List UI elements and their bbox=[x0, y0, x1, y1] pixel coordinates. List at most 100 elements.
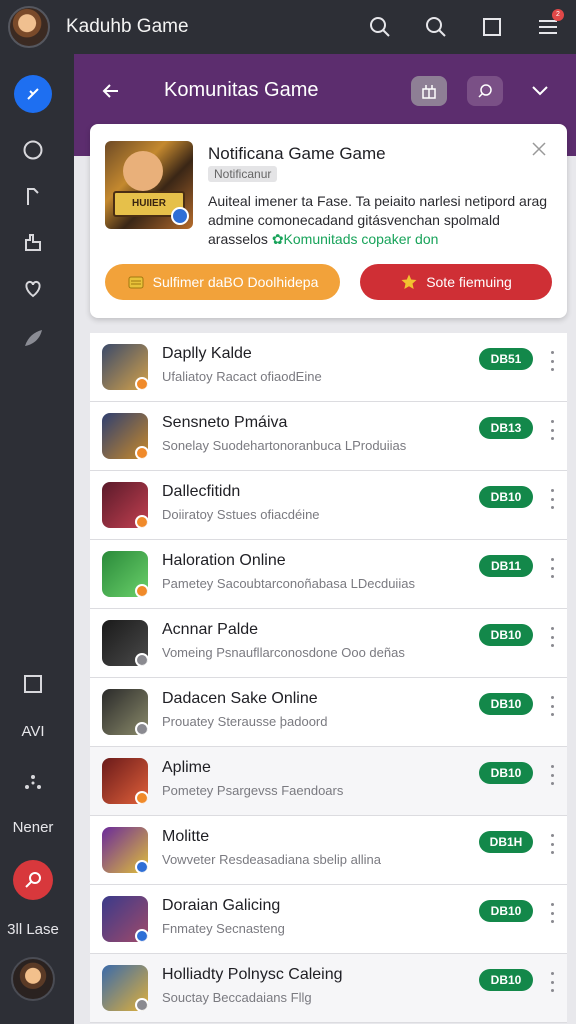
list-item[interactable]: Acnnar Palde Vomeing Psnaufllarconosdone … bbox=[90, 609, 567, 678]
game-icon bbox=[102, 551, 148, 597]
rail-item-bookmark[interactable] bbox=[0, 178, 66, 214]
more-options-icon[interactable] bbox=[546, 696, 558, 716]
notification-image: HUIIER bbox=[105, 141, 193, 229]
gift-button[interactable] bbox=[411, 76, 447, 106]
list-item[interactable]: Haloration Online Pametey Sacoubtarconoña… bbox=[90, 540, 567, 609]
platform-badge-icon bbox=[135, 446, 148, 459]
notification-card: HUIIER Notificana Game Game Notificanur … bbox=[90, 124, 567, 318]
character-art bbox=[123, 151, 163, 191]
rail-item-search[interactable] bbox=[0, 858, 66, 902]
more-options-icon[interactable] bbox=[546, 420, 558, 440]
search-icon-2[interactable] bbox=[408, 0, 464, 54]
game-status-badge[interactable]: DB1H bbox=[479, 831, 533, 853]
more-options-icon[interactable] bbox=[546, 489, 558, 509]
search-icon[interactable] bbox=[352, 0, 408, 54]
search-icon bbox=[478, 84, 492, 98]
game-icon bbox=[102, 482, 148, 528]
more-options-icon[interactable] bbox=[546, 765, 558, 785]
rail-label-lase[interactable]: 3ll Lase bbox=[0, 912, 66, 946]
avatar bbox=[11, 957, 55, 1001]
game-status-badge[interactable]: DB13 bbox=[479, 417, 533, 439]
game-icon bbox=[102, 413, 148, 459]
platform-badge-icon bbox=[135, 515, 148, 528]
notification-subtitle: Notificanur bbox=[208, 166, 278, 182]
rail-item-square[interactable] bbox=[0, 666, 66, 702]
rail-item-circle[interactable] bbox=[0, 132, 66, 168]
platform-badge-icon bbox=[135, 998, 148, 1011]
game-name: Dadacen Sake Online bbox=[162, 690, 318, 707]
game-status-badge[interactable]: DB10 bbox=[479, 624, 533, 646]
top-app-bar: Kaduhb Game 2 bbox=[0, 0, 576, 54]
game-status-badge[interactable]: DB10 bbox=[479, 900, 533, 922]
list-item[interactable]: Dallecfitidn Doiiratoy Sstues ofiacdéine D… bbox=[90, 471, 567, 540]
rail-item-explore[interactable] bbox=[0, 72, 66, 116]
list-item[interactable]: Dadacen Sake Online Prouatey Sterausse þa… bbox=[90, 678, 567, 747]
more-options-icon[interactable] bbox=[546, 627, 558, 647]
platform-badge-icon bbox=[135, 653, 148, 666]
game-status-badge[interactable]: DB10 bbox=[479, 486, 533, 508]
rail-item-like[interactable] bbox=[0, 224, 66, 260]
rail-item-leaf[interactable] bbox=[0, 320, 66, 356]
game-name: Acnnar Palde bbox=[162, 621, 259, 638]
game-status-badge[interactable]: DB10 bbox=[479, 762, 533, 784]
list-item[interactable]: Sensneto Pmáiva Sonelay Suodehartonoranbu… bbox=[90, 402, 567, 471]
game-icon bbox=[102, 827, 148, 873]
game-list: Daplly Kalde Ufaliatoy Racact ofiaodEine D… bbox=[90, 333, 567, 1023]
game-icon bbox=[102, 689, 148, 735]
platform-badge-icon bbox=[135, 860, 148, 873]
rail-item-dots[interactable] bbox=[0, 766, 66, 800]
more-options-icon[interactable] bbox=[546, 972, 558, 992]
chevron-down-button[interactable] bbox=[522, 76, 558, 106]
list-item[interactable]: Daplly Kalde Ufaliatoy Racact ofiaodEine D… bbox=[90, 333, 567, 402]
list-item[interactable]: Holliadty Polnysc Caleing Souctay Beccada… bbox=[90, 954, 567, 1023]
list-item[interactable]: Doraian Galicing Fnmatey Secnasteng DB10 bbox=[90, 885, 567, 954]
game-description: Souctay Beccadaians Fllg bbox=[162, 990, 312, 1005]
platform-badge-icon bbox=[135, 929, 148, 942]
rail-label-avi[interactable]: AVI bbox=[0, 714, 66, 748]
menu-icon[interactable]: 2 bbox=[520, 0, 576, 54]
game-name: Sensneto Pmáiva bbox=[162, 414, 288, 431]
close-icon[interactable] bbox=[530, 140, 548, 158]
secondary-action-label: Sote fiemuing bbox=[426, 274, 512, 290]
game-status-badge[interactable]: DB10 bbox=[479, 969, 533, 991]
game-name: Doraian Galicing bbox=[162, 897, 281, 914]
game-description: Pometey Psargevss Faendoars bbox=[162, 783, 344, 798]
star-icon bbox=[401, 274, 417, 289]
game-status-badge[interactable]: DB11 bbox=[479, 555, 533, 577]
game-description: Ufaliatoy Racact ofiaodEine bbox=[162, 369, 322, 384]
square-icon bbox=[24, 675, 42, 693]
more-options-icon[interactable] bbox=[546, 558, 558, 578]
platform-badge-icon bbox=[135, 791, 148, 804]
list-item[interactable]: Molitte Vowveter Resdeasadiana sbelip all… bbox=[90, 816, 567, 885]
rail-label-nener[interactable]: Nener bbox=[0, 810, 66, 844]
app-title: Kaduhb Game bbox=[66, 16, 189, 37]
more-options-icon[interactable] bbox=[546, 903, 558, 923]
rail-item-favorites[interactable] bbox=[0, 270, 66, 306]
list-item[interactable]: Aplime Pometey Psargevss Faendoars DB10 bbox=[90, 747, 567, 816]
game-name: Haloration Online bbox=[162, 552, 286, 569]
game-description: Pametey Sacoubtarconoñabasa LDecduiias bbox=[162, 576, 415, 591]
more-options-icon[interactable] bbox=[546, 351, 558, 371]
community-link[interactable]: ✿Komunitads copaker don bbox=[272, 231, 439, 247]
arrow-left-icon[interactable] bbox=[96, 76, 126, 106]
coins-icon bbox=[128, 276, 144, 289]
primary-action-button[interactable]: Sulfimer daBO Doolhidepa bbox=[105, 264, 340, 300]
bookmark-icon bbox=[27, 188, 39, 205]
search-button[interactable] bbox=[467, 76, 503, 106]
game-description: Vomeing Psnaufllarconosdone Ooo deñas bbox=[162, 645, 405, 660]
page-title: Komunitas Game bbox=[164, 79, 319, 101]
rail-profile[interactable] bbox=[0, 954, 66, 1004]
more-options-icon[interactable] bbox=[546, 834, 558, 854]
heart-icon bbox=[25, 280, 41, 298]
game-status-badge[interactable]: DB10 bbox=[479, 693, 533, 715]
game-description: Vowveter Resdeasadiana sbelip allina bbox=[162, 852, 381, 867]
game-icon bbox=[102, 758, 148, 804]
game-icon bbox=[102, 620, 148, 666]
game-status-badge[interactable]: DB51 bbox=[479, 348, 533, 370]
game-name: Dallecfitidn bbox=[162, 483, 241, 500]
platform-badge-icon bbox=[135, 377, 148, 390]
notification-badge: 2 bbox=[552, 9, 564, 21]
window-square-icon[interactable] bbox=[464, 0, 520, 54]
secondary-action-button[interactable]: Sote fiemuing bbox=[360, 264, 552, 300]
user-avatar[interactable] bbox=[8, 6, 50, 48]
